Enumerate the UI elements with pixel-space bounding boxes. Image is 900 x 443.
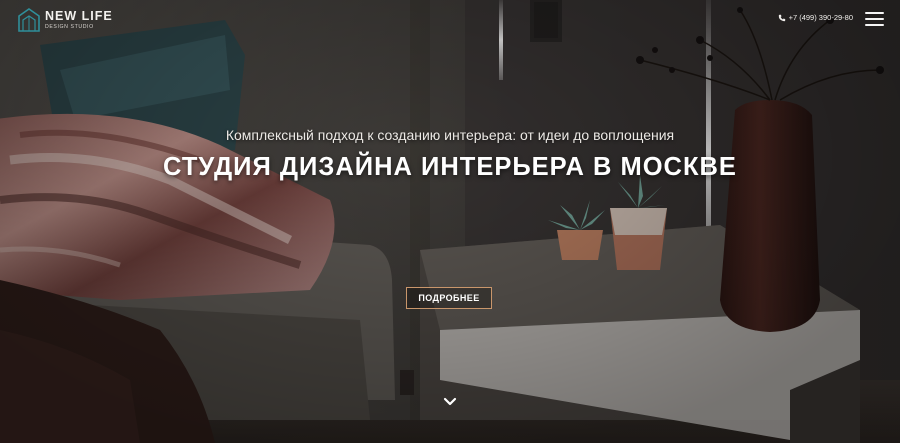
hero-title: СТУДИЯ ДИЗАЙНА ИНТЕРЬЕРА В МОСКВЕ bbox=[163, 153, 737, 181]
brand-tagline: DESIGN STUDIO bbox=[45, 23, 94, 30]
phone-link[interactable]: +7 (499) 390-29-80 bbox=[778, 13, 853, 22]
phone-number: +7 (499) 390-29-80 bbox=[788, 13, 853, 22]
menu-bar bbox=[865, 24, 884, 26]
hamburger-menu-icon[interactable] bbox=[865, 12, 884, 26]
hero-section: NEW LIFE DESIGN STUDIO +7 (499) 390-29-8… bbox=[0, 0, 900, 443]
menu-bar bbox=[865, 18, 884, 20]
details-button[interactable]: ПОДРОБНЕЕ bbox=[406, 287, 492, 309]
house-outline-icon bbox=[18, 8, 40, 32]
menu-bar bbox=[865, 12, 884, 14]
brand-name: NEW LIFE bbox=[45, 9, 113, 24]
hero-background-image bbox=[0, 0, 900, 443]
logo-text: NEW LIFE DESIGN STUDIO bbox=[45, 10, 113, 30]
site-logo[interactable]: NEW LIFE DESIGN STUDIO bbox=[17, 7, 113, 33]
site-header: NEW LIFE DESIGN STUDIO +7 (499) 390-29-8… bbox=[0, 0, 900, 40]
phone-icon bbox=[778, 14, 785, 21]
chevron-down-icon[interactable] bbox=[442, 396, 458, 408]
hero-subtitle: Комплексный подход к созданию интерьера:… bbox=[225, 127, 675, 143]
